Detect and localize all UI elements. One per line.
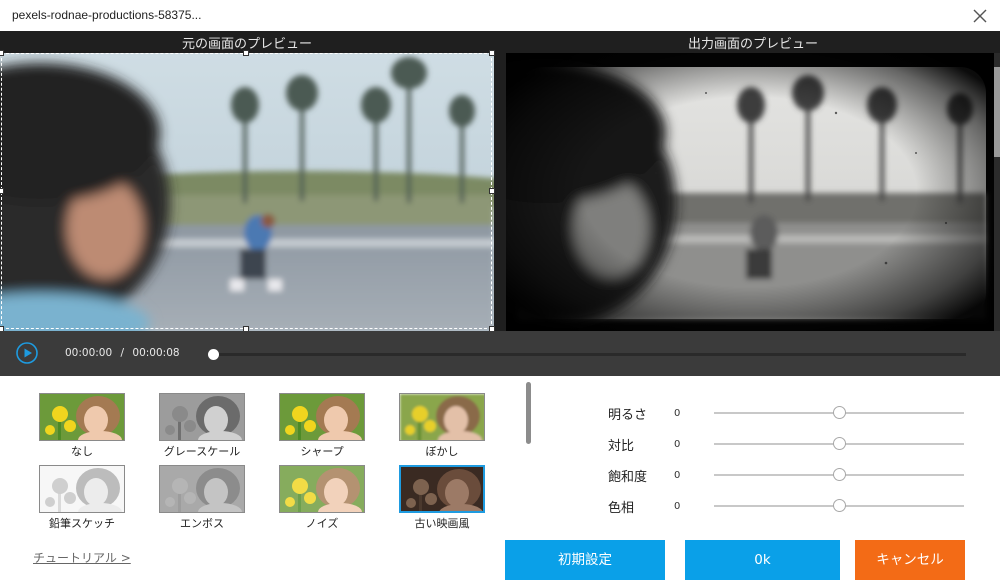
filter-scrollbar[interactable] — [526, 382, 531, 444]
close-icon[interactable] — [970, 6, 990, 26]
filter-label: ぼかし — [425, 445, 459, 458]
crop-handle-top-right[interactable] — [489, 50, 495, 56]
filter-item[interactable]: ノイズ — [274, 465, 370, 531]
adjustment-value: 0 — [674, 439, 681, 450]
filter-item[interactable]: 古い映画風 — [394, 465, 490, 531]
window-title: pexels-rodnae-productions-58375... — [12, 8, 202, 22]
current-time: 00:00:00 — [65, 347, 113, 359]
filter-thumbnail[interactable] — [279, 393, 365, 441]
adjustment-row: 色相 0 — [600, 495, 980, 519]
tutorial-link[interactable]: チュートリアル > — [33, 549, 131, 566]
output-preview-label: 出力画面のプレビュー — [687, 37, 818, 52]
crop-handle-left[interactable] — [0, 188, 4, 194]
ok-button[interactable]: 0k — [685, 540, 840, 580]
adjustment-slider-knob[interactable] — [832, 406, 846, 419]
filter-label: 鉛筆スケッチ — [49, 517, 115, 530]
filter-thumbnail[interactable] — [279, 465, 365, 513]
preview-scrollbar[interactable] — [994, 53, 1000, 331]
time-separator: / — [120, 347, 125, 359]
filter-label: なし — [71, 445, 93, 458]
adjustment-value: 0 — [674, 470, 681, 481]
filter-label: グレースケール — [163, 445, 241, 458]
seek-knob[interactable] — [208, 349, 219, 360]
filter-item[interactable]: シャープ — [274, 393, 370, 459]
footer: チュートリアル > 初期設定 0k キャンセル — [0, 540, 1000, 580]
filter-label: 古い映画風 — [414, 517, 470, 530]
filter-item[interactable]: なし — [34, 393, 130, 459]
filter-item[interactable]: グレースケール — [154, 393, 250, 459]
crop-handle-top[interactable] — [243, 50, 249, 56]
adjustment-panel: 明るさ 0 対比 0 飽和度 0 色相 0 — [600, 376, 1000, 540]
cancel-button[interactable]: キャンセル — [855, 540, 965, 580]
adjustment-slider-knob[interactable] — [832, 437, 846, 450]
filter-thumbnail[interactable] — [39, 393, 125, 441]
time-display: 00:00:00 / 00:00:08 — [65, 347, 180, 359]
total-time: 00:00:08 — [132, 347, 180, 359]
filter-thumbnail[interactable] — [39, 465, 125, 513]
playback-bar: 00:00:00 / 00:00:08 — [0, 331, 1000, 376]
original-preview-image — [0, 53, 494, 331]
filter-thumbnail[interactable] — [159, 393, 245, 441]
adjustment-value: 0 — [674, 501, 681, 512]
seek-track[interactable] — [212, 353, 966, 356]
adjustment-label: 色相 — [608, 501, 635, 516]
adjustment-label: 対比 — [608, 439, 635, 454]
filter-label: シャープ — [300, 445, 344, 458]
filter-label: エンボス — [180, 517, 224, 530]
adjustment-value: 0 — [674, 408, 681, 419]
adjustment-label: 明るさ — [608, 408, 648, 423]
adjustment-row: 飽和度 0 — [600, 464, 980, 488]
filter-thumbnail[interactable] — [399, 465, 485, 513]
filter-thumbnail[interactable] — [399, 393, 485, 441]
play-icon[interactable] — [16, 342, 38, 364]
title-bar: pexels-rodnae-productions-58375... — [0, 0, 1000, 31]
adjustment-row: 対比 0 — [600, 433, 980, 457]
output-preview-image — [506, 53, 994, 331]
filter-grid: なし グレースケール シャープ ぼかし鉛筆スケッチ エンボス ノイズ 古い映画風 — [0, 376, 540, 540]
crop-handle-top-left[interactable] — [0, 50, 4, 56]
preview-scrollbar-thumb[interactable] — [994, 67, 1000, 157]
crop-handle-right[interactable] — [489, 188, 495, 194]
filter-item[interactable]: 鉛筆スケッチ — [34, 465, 130, 531]
adjustment-label: 飽和度 — [608, 470, 648, 485]
adjustment-slider-knob[interactable] — [832, 468, 846, 481]
adjustment-row: 明るさ 0 — [600, 402, 980, 426]
adjustment-slider-knob[interactable] — [832, 499, 846, 512]
reset-button[interactable]: 初期設定 — [505, 540, 665, 580]
filter-item[interactable]: ぼかし — [394, 393, 490, 459]
filter-item[interactable]: エンボス — [154, 465, 250, 531]
preview-area: 元の画面のプレビュー 出力画面のプレビュー 00:00:00 / 00:00:0… — [0, 31, 1000, 376]
filter-label: ノイズ — [305, 517, 339, 530]
filter-thumbnail[interactable] — [159, 465, 245, 513]
